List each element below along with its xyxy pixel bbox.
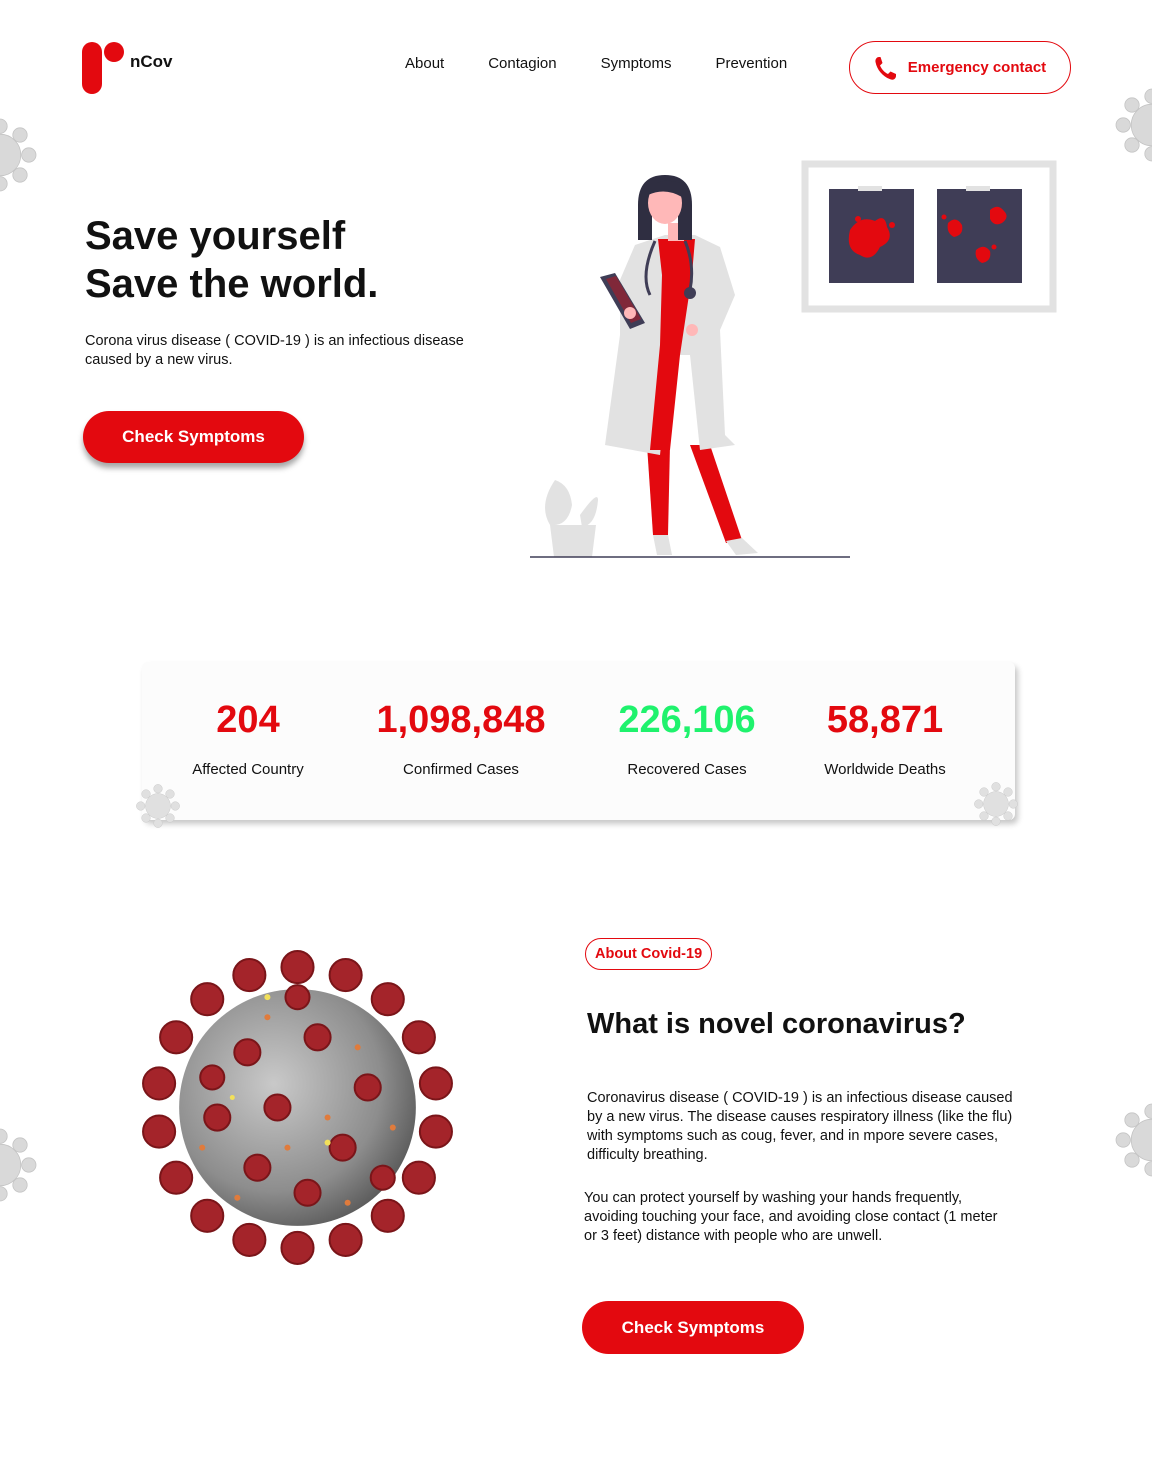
brand-name: nCov <box>130 52 173 71</box>
stat-label: Confirmed Cases <box>403 761 519 778</box>
hero-title-line2: Save the world. <box>85 262 379 306</box>
stat-affected-country: 204 Affected Country <box>182 697 314 778</box>
decorative-virus-icon <box>0 118 37 192</box>
stat-recovered-cases: 226,106 Recovered Cases <box>612 697 762 778</box>
decorative-virus-icon <box>1115 88 1152 162</box>
decorative-virus-icon <box>1115 1103 1152 1177</box>
stats-panel: 204 Affected Country 1,098,848 Confirmed… <box>136 662 1018 828</box>
stat-worldwide-deaths: 58,871 Worldwide Deaths <box>814 697 956 778</box>
about-paragraph-2: You can protect yourself by washing your… <box>584 1190 998 1244</box>
decorative-virus-icon <box>136 784 180 828</box>
stat-value: 226,106 <box>618 699 756 741</box>
check-symptoms-button[interactable]: Check Symptoms <box>83 411 304 463</box>
coronavirus-image <box>142 950 453 1265</box>
hero-title-line1: Save yourself <box>85 214 346 258</box>
nav-item-prevention[interactable]: Prevention <box>715 55 787 72</box>
stat-value: 1,098,848 <box>376 699 546 741</box>
phone-icon <box>875 56 896 80</box>
about-badge: About Covid-19 <box>585 938 713 970</box>
about-paragraph-1: Coronavirus disease ( COVID-19 ) is an i… <box>587 1090 1013 1163</box>
emergency-contact-label: Emergency contact <box>907 59 1047 76</box>
nav-item-contagion[interactable]: Contagion <box>488 55 556 72</box>
doctor-illustration <box>530 160 1057 558</box>
hero-description: Corona virus disease ( COVID-19 ) is an … <box>85 333 464 368</box>
decorative-virus-icon <box>0 1128 37 1202</box>
stat-value: 204 <box>216 699 280 741</box>
stat-value: 58,871 <box>826 699 944 741</box>
brand-logo[interactable]: nCov <box>82 42 173 94</box>
nav-item-symptoms[interactable]: Symptoms <box>601 55 672 72</box>
nav-item-about[interactable]: About <box>405 55 444 72</box>
main-nav: About Contagion Symptoms Prevention <box>405 55 831 72</box>
stat-label: Worldwide Deaths <box>824 761 946 778</box>
logo-icon <box>82 42 126 94</box>
about-check-symptoms-button[interactable]: Check Symptoms <box>582 1301 804 1354</box>
stat-label: Affected Country <box>192 761 304 778</box>
stat-label: Recovered Cases <box>627 761 747 778</box>
about-title: What is novel coronavirus? <box>587 1008 966 1040</box>
decorative-virus-icon <box>974 782 1018 826</box>
emergency-contact-button[interactable]: Emergency contact <box>849 41 1071 94</box>
hero-title: Save yourself Save the world. <box>85 212 378 308</box>
stat-confirmed-cases: 1,098,848 Confirmed Cases <box>367 697 555 778</box>
